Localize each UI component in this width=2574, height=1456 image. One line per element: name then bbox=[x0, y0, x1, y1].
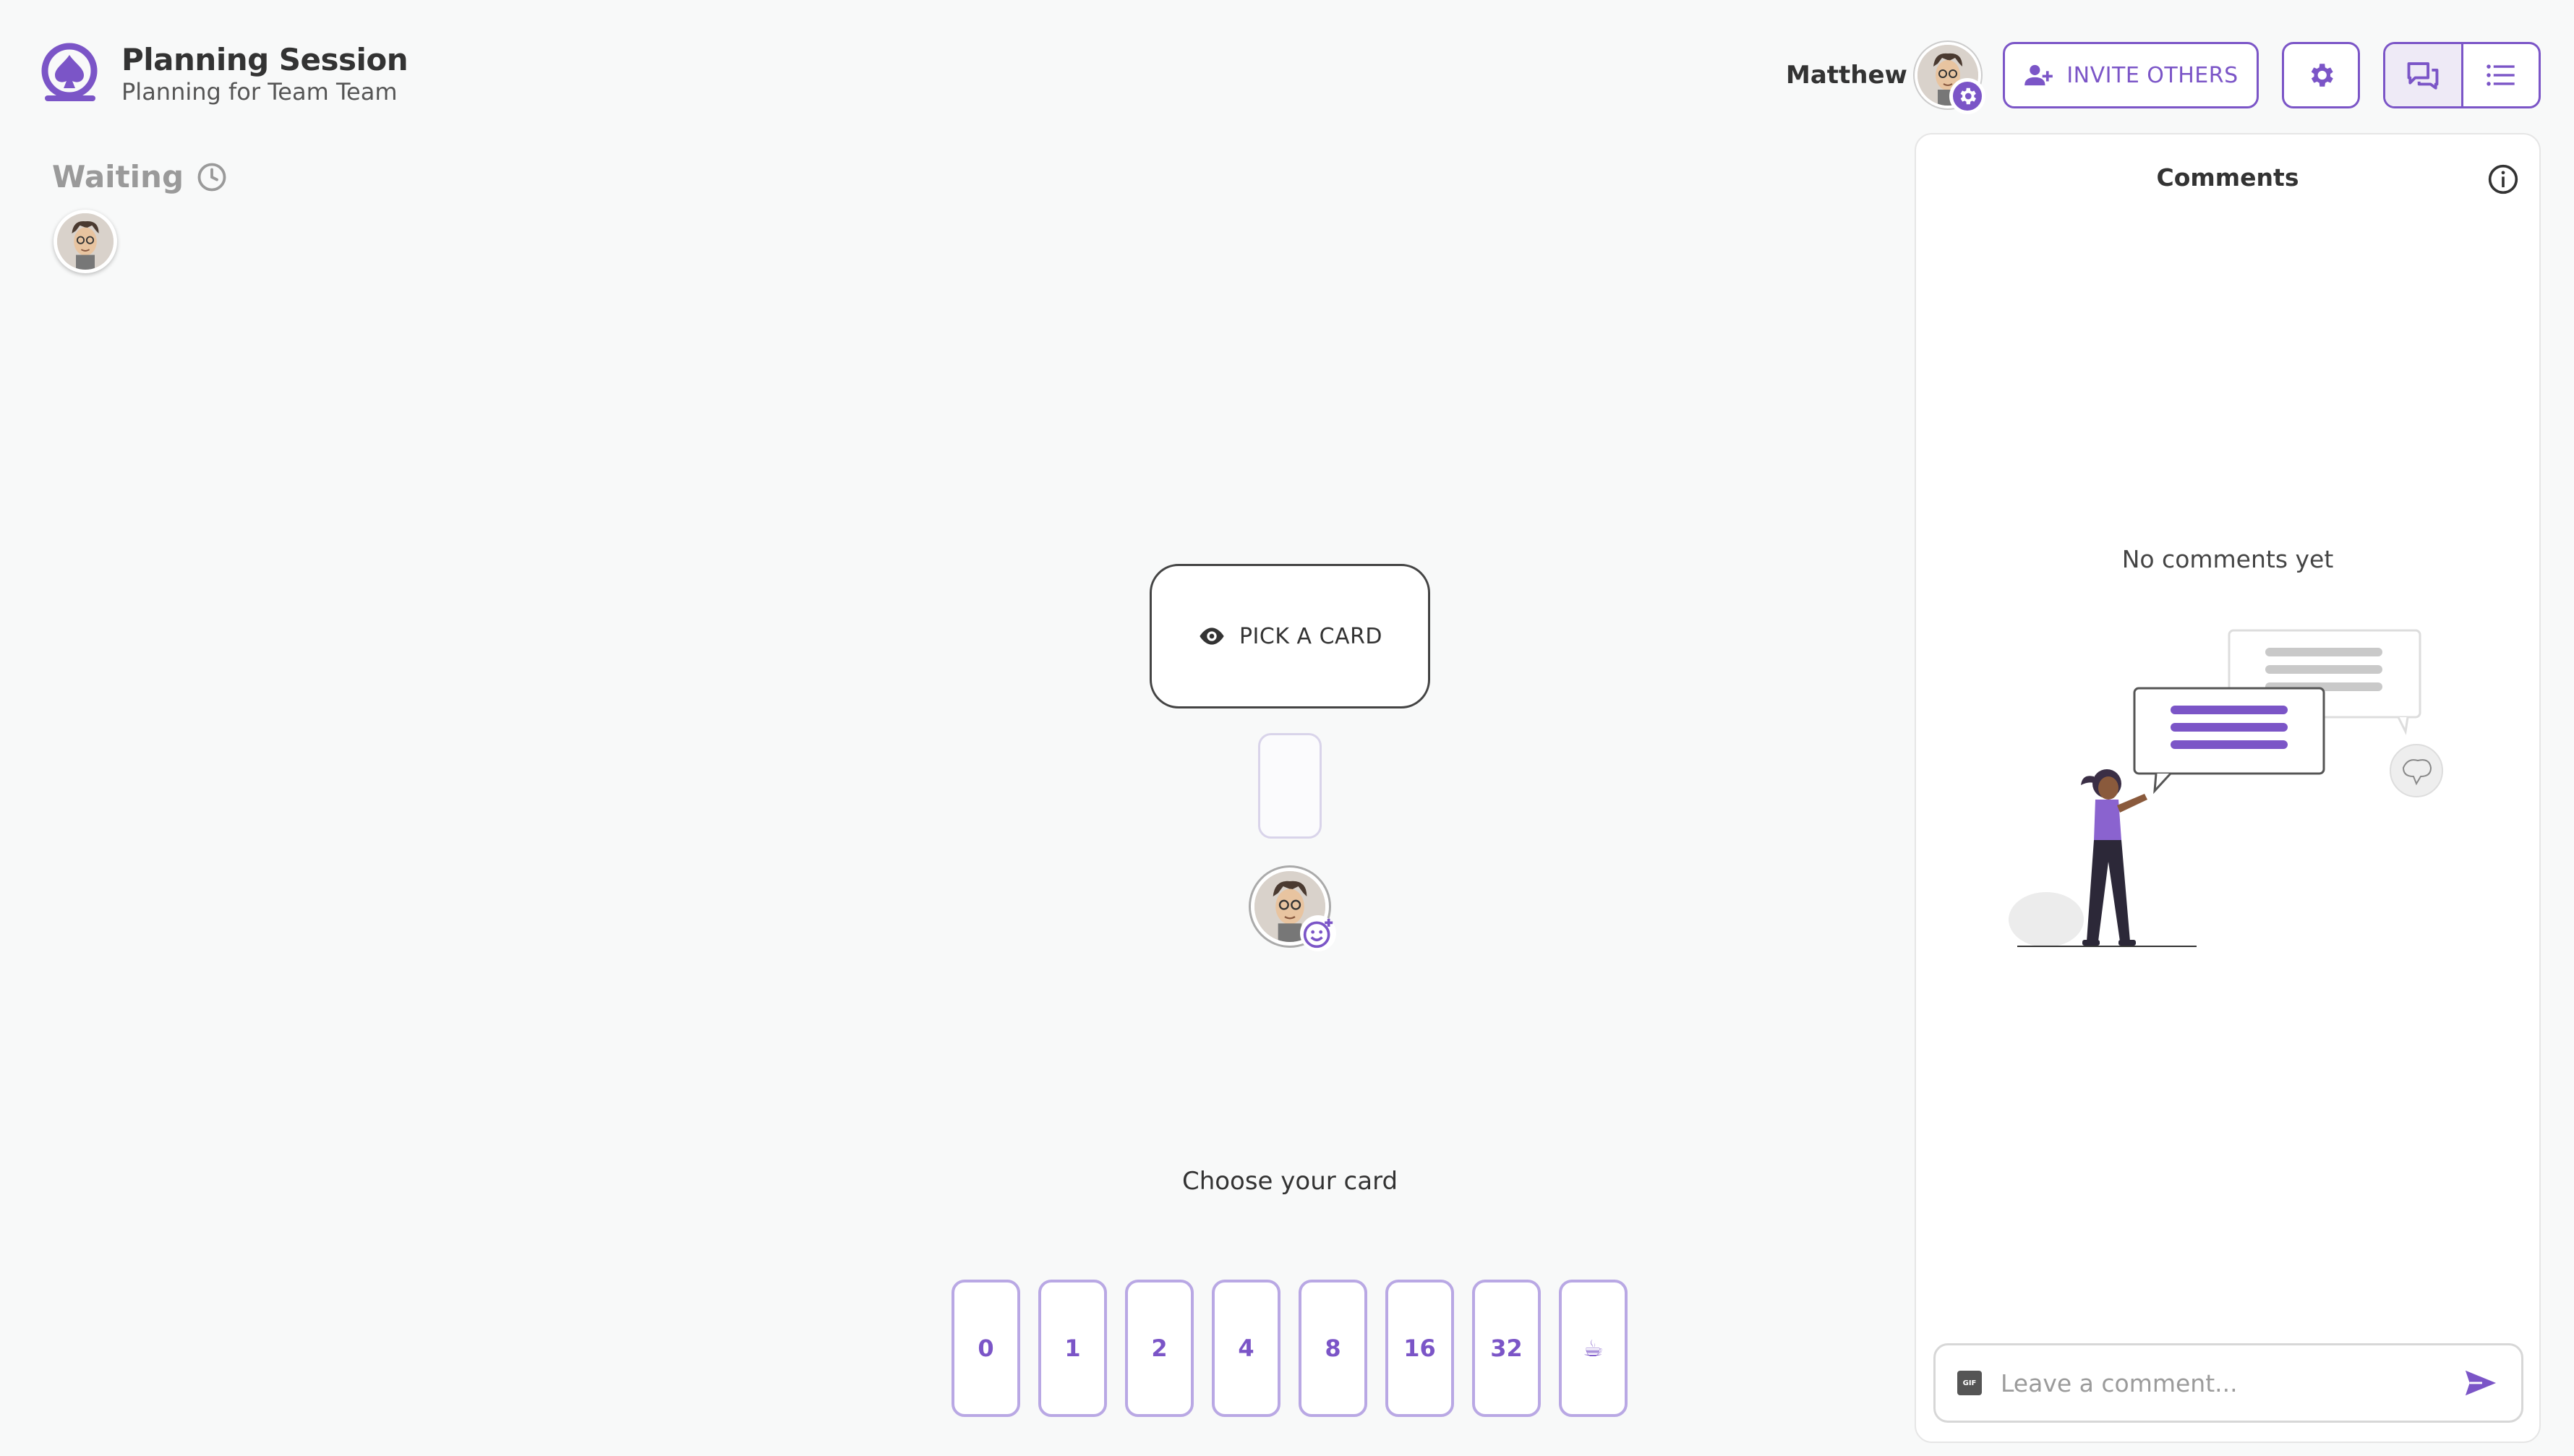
emoji-add-icon bbox=[1303, 918, 1333, 948]
settings-button[interactable] bbox=[2282, 42, 2360, 108]
card-coffee[interactable]: ☕ bbox=[1559, 1280, 1628, 1417]
waiting-status: Waiting bbox=[52, 159, 227, 194]
list-icon bbox=[2487, 64, 2515, 86]
add-reaction-button[interactable] bbox=[1300, 915, 1336, 951]
user-plus-icon bbox=[2024, 64, 2053, 86]
gif-icon[interactable]: GIF bbox=[1957, 1371, 1982, 1395]
chat-icon bbox=[2407, 62, 2439, 90]
player-card-slot bbox=[1258, 733, 1322, 839]
pick-a-card-area: PICK A CARD bbox=[1150, 564, 1430, 708]
session-subtitle: Planning for Team Team bbox=[121, 78, 398, 106]
card-16[interactable]: 16 bbox=[1385, 1280, 1454, 1417]
avatar-face-icon bbox=[57, 213, 114, 270]
clock-icon bbox=[197, 163, 226, 191]
chat-view-button[interactable] bbox=[2385, 44, 2463, 106]
info-icon[interactable] bbox=[2487, 163, 2519, 195]
comment-composer: GIF bbox=[1933, 1343, 2523, 1423]
card-32[interactable]: 32 bbox=[1472, 1280, 1541, 1417]
current-user-name: Matthew bbox=[1786, 61, 1907, 90]
comments-title: Comments bbox=[2156, 163, 2299, 192]
card-1[interactable]: 1 bbox=[1038, 1280, 1107, 1417]
gear-icon bbox=[1960, 87, 1976, 105]
no-comments-message: No comments yet bbox=[2121, 545, 2334, 573]
waiting-player-avatar[interactable] bbox=[54, 210, 117, 273]
view-toggle bbox=[2383, 42, 2541, 108]
list-view-button[interactable] bbox=[2463, 44, 2539, 106]
choose-card-prompt: Choose your card bbox=[1181, 1167, 1398, 1196]
card-2[interactable]: 2 bbox=[1125, 1280, 1194, 1417]
empty-comments-illustration bbox=[2009, 629, 2443, 947]
eye-icon bbox=[1200, 628, 1224, 645]
card-0[interactable]: 0 bbox=[952, 1280, 1020, 1417]
user-settings-badge[interactable] bbox=[1949, 78, 1985, 114]
invite-others-button[interactable]: INVITE OTHERS bbox=[2003, 42, 2259, 108]
comment-input[interactable] bbox=[2001, 1369, 2462, 1397]
send-comment-button[interactable] bbox=[2462, 1364, 2500, 1402]
pick-a-card-label: PICK A CARD bbox=[1239, 623, 1383, 649]
waiting-label: Waiting bbox=[52, 159, 184, 194]
invite-others-label: INVITE OTHERS bbox=[2066, 62, 2239, 88]
spade-logo-icon[interactable] bbox=[38, 42, 101, 106]
card-4[interactable]: 4 bbox=[1212, 1280, 1280, 1417]
send-icon bbox=[2465, 1370, 2497, 1396]
gear-icon bbox=[2311, 64, 2333, 87]
card-deck: 0 1 2 4 8 16 32 ☕ bbox=[952, 1280, 1628, 1417]
session-title: Planning Session bbox=[121, 42, 409, 77]
card-8[interactable]: 8 bbox=[1299, 1280, 1367, 1417]
